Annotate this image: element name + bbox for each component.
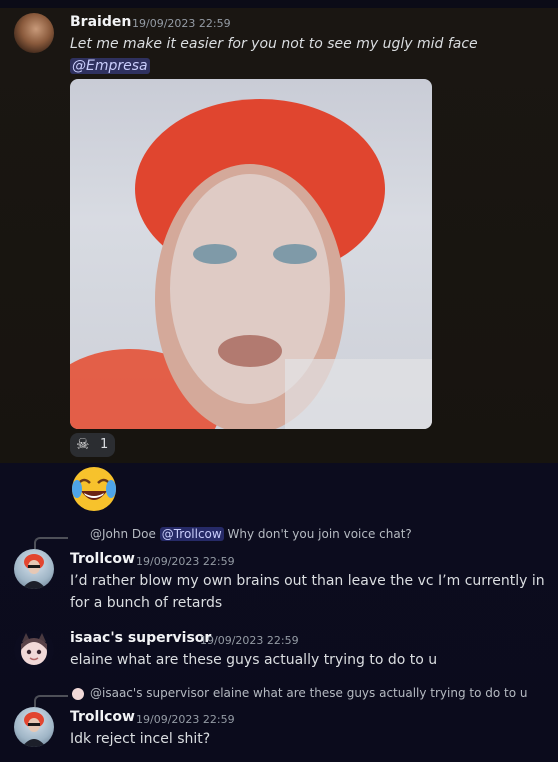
timestamp: 19/09/2023 22:59 [136, 713, 235, 726]
avatar[interactable] [14, 13, 54, 53]
message-text: for a bunch of retards [70, 595, 223, 611]
message-text: Let me make it easier for you not to see… [70, 36, 478, 52]
reply-author[interactable]: @isaac's supervisor [90, 686, 209, 700]
username[interactable]: Trollcow [70, 551, 135, 567]
reply-preview[interactable]: @John Doe @Trollcow Why don't you join v… [90, 527, 412, 541]
image-attachment[interactable] [70, 79, 432, 429]
message-text: elaine what are these guys actually tryi… [70, 652, 438, 668]
username[interactable]: Trollcow [70, 709, 135, 725]
reply-author[interactable]: @John Doe [90, 527, 156, 541]
avatar[interactable] [14, 549, 54, 589]
reaction-count: 1 [100, 437, 109, 452]
photo [70, 99, 432, 429]
reply-text: elaine what are these guys actually tryi… [212, 686, 528, 700]
reply-connector [34, 537, 68, 549]
user-mention[interactable]: @Empresa [70, 58, 150, 74]
joy-emoji-icon [70, 465, 118, 513]
username[interactable]: isaac's supervisor [70, 630, 211, 646]
skull-icon: ☠ [76, 435, 90, 453]
timestamp: 19/09/2023 22:59 [132, 17, 231, 30]
message-text: I’d rather blow my own brains out than l… [70, 573, 545, 589]
reply-mention[interactable]: @Trollcow [159, 527, 224, 541]
username[interactable]: Braiden [70, 14, 131, 30]
avatar[interactable] [14, 630, 54, 670]
timestamp: 19/09/2023 22:59 [200, 634, 299, 647]
timestamp: 19/09/2023 22:59 [136, 555, 235, 568]
reply-avatar-icon [72, 688, 84, 700]
top-bar [0, 0, 558, 8]
reply-preview[interactable]: @isaac's supervisor elaine what are thes… [72, 686, 528, 700]
reaction-button[interactable]: ☠ 1 [70, 433, 115, 457]
reply-text: Why don't you join voice chat? [227, 527, 412, 541]
reply-connector [34, 695, 68, 707]
avatar[interactable] [14, 707, 54, 747]
message-text: Idk reject incel shit? [70, 731, 211, 747]
